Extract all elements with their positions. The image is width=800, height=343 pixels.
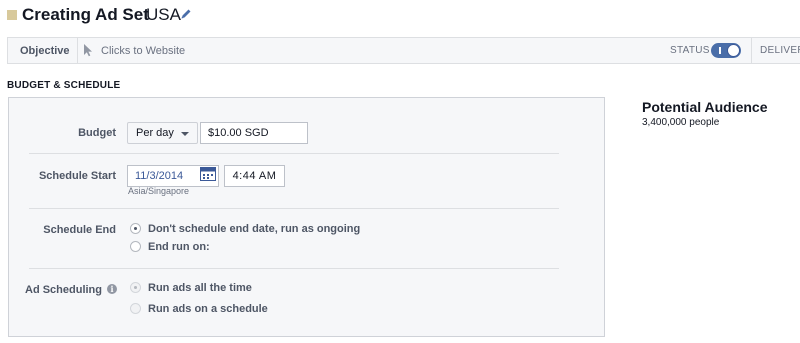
- potential-audience-title: Potential Audience: [642, 99, 768, 115]
- objective-bar: Objective Clicks to Website STATUS DELIV…: [7, 37, 800, 64]
- run-on-schedule-label[interactable]: Run ads on a schedule: [148, 303, 268, 315]
- row-divider: [29, 268, 559, 269]
- run-all-time-radio[interactable]: [130, 282, 141, 293]
- budget-amount-input[interactable]: $10.00 SGD: [200, 122, 308, 144]
- end-ongoing-radio[interactable]: [130, 223, 141, 234]
- adset-color-swatch: [7, 10, 17, 20]
- run-on-schedule-radio[interactable]: [130, 303, 141, 314]
- title-bar: Creating Ad Set USA: [0, 0, 800, 30]
- budget-label: Budget: [78, 127, 116, 139]
- budget-period-select[interactable]: Per day: [127, 122, 198, 144]
- row-divider: [29, 208, 559, 209]
- potential-audience-value: 3,400,000 people: [642, 117, 720, 128]
- divider: [751, 38, 752, 63]
- budget-schedule-panel: Budget Per day $10.00 SGD Schedule Start…: [8, 97, 605, 337]
- section-heading: BUDGET & SCHEDULE: [7, 80, 121, 91]
- pencil-icon[interactable]: [180, 8, 192, 20]
- calendar-icon[interactable]: [200, 167, 216, 181]
- toggle-knob: [727, 44, 740, 57]
- ad-scheduling-label: Ad Scheduling: [25, 284, 102, 296]
- end-ongoing-label[interactable]: Don't schedule end date, run as ongoing: [148, 223, 360, 235]
- toggle-on-mark: [719, 47, 721, 54]
- page-title: Creating Ad Set: [22, 5, 149, 24]
- divider: [77, 38, 78, 63]
- objective-value: Clicks to Website: [101, 45, 186, 57]
- schedule-end-label: Schedule End: [43, 224, 116, 236]
- status-label: STATUS: [670, 45, 710, 56]
- objective-label: Objective: [20, 45, 70, 57]
- cursor-icon: [84, 44, 92, 57]
- delivery-label: DELIVERY: [760, 45, 800, 56]
- run-all-time-label[interactable]: Run ads all the time: [148, 282, 252, 294]
- caret-down-icon: [181, 132, 189, 136]
- timezone-label: Asia/Singapore: [128, 186, 190, 196]
- row-divider: [29, 153, 559, 154]
- start-time-input[interactable]: 4:44 AM: [224, 165, 285, 187]
- budget-period-value: Per day: [136, 127, 174, 139]
- info-icon[interactable]: i: [107, 284, 117, 294]
- adset-name: USA: [146, 5, 181, 24]
- status-toggle[interactable]: [711, 43, 741, 58]
- end-run-on-label[interactable]: End run on:: [148, 241, 210, 253]
- schedule-start-label: Schedule Start: [38, 170, 116, 182]
- end-run-on-radio[interactable]: [130, 241, 141, 252]
